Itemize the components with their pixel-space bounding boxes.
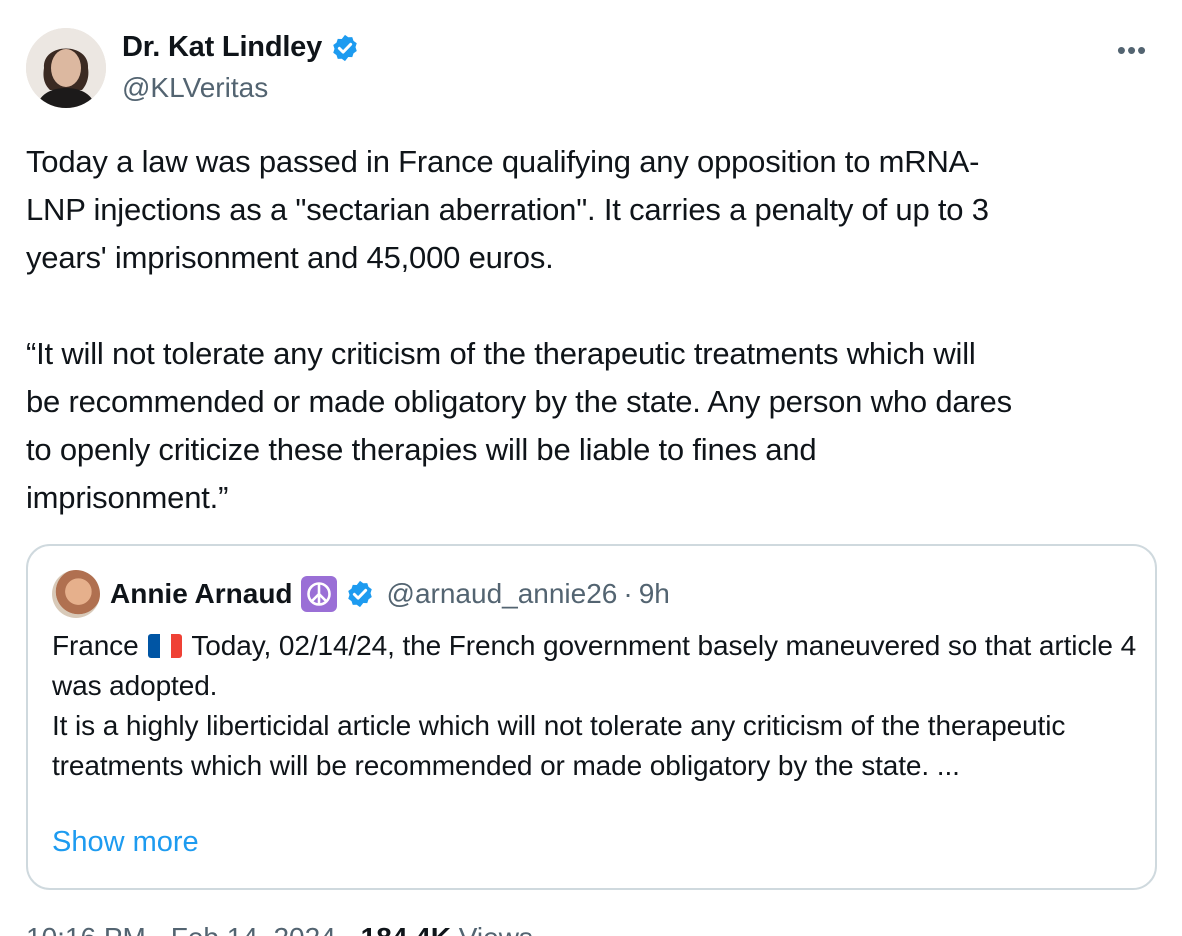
tweet-date[interactable]: Feb 14, 2024 bbox=[171, 922, 336, 936]
views-label: Views bbox=[459, 922, 533, 936]
france-flag-icon bbox=[148, 634, 183, 658]
author-name[interactable]: Dr. Kat Lindley bbox=[122, 31, 322, 64]
quoted-tweet[interactable]: Annie Arnaud @arnaud_annie26 · 9h France… bbox=[26, 544, 1157, 890]
peace-sign-icon bbox=[300, 576, 337, 612]
tweet: Dr. Kat Lindley @KLVeritas ••• Today a l… bbox=[0, 0, 1182, 936]
author-name-row[interactable]: Dr. Kat Lindley bbox=[122, 31, 360, 64]
quote-text: France Today, 02/14/24, the French gover… bbox=[52, 626, 1137, 786]
author-handle[interactable]: @KLVeritas bbox=[122, 72, 268, 104]
quote-verified-badge-icon bbox=[347, 580, 372, 608]
quote-timestamp[interactable]: 9h bbox=[639, 578, 670, 610]
view-count: 184.4K bbox=[361, 922, 451, 936]
quote-author-handle[interactable]: @arnaud_annie26 bbox=[387, 578, 618, 610]
quote-author-avatar[interactable] bbox=[52, 570, 100, 618]
author-avatar[interactable] bbox=[26, 28, 106, 108]
show-more-link[interactable]: Show more bbox=[52, 826, 199, 859]
quote-header: Annie Arnaud @arnaud_annie26 · 9h bbox=[110, 572, 670, 616]
quote-text-start: France bbox=[52, 630, 139, 661]
quote-text-line2: It is a highly liberticidal article whic… bbox=[52, 710, 1066, 781]
verified-badge-icon bbox=[333, 34, 357, 61]
tweet-time[interactable]: 10:16 PM bbox=[26, 922, 146, 936]
tweet-meta: 10:16 PM · Feb 14, 2024 · 184.4K Views bbox=[26, 922, 533, 936]
more-options-icon[interactable]: ••• bbox=[1112, 30, 1152, 70]
quote-text-line1: Today, 02/14/24, the French government b… bbox=[52, 630, 1137, 701]
author-avatar-image bbox=[26, 28, 106, 108]
tweet-text: Today a law was passed in France qualify… bbox=[26, 144, 1012, 515]
quote-author-name[interactable]: Annie Arnaud bbox=[110, 578, 293, 610]
quote-separator: · bbox=[623, 578, 633, 609]
